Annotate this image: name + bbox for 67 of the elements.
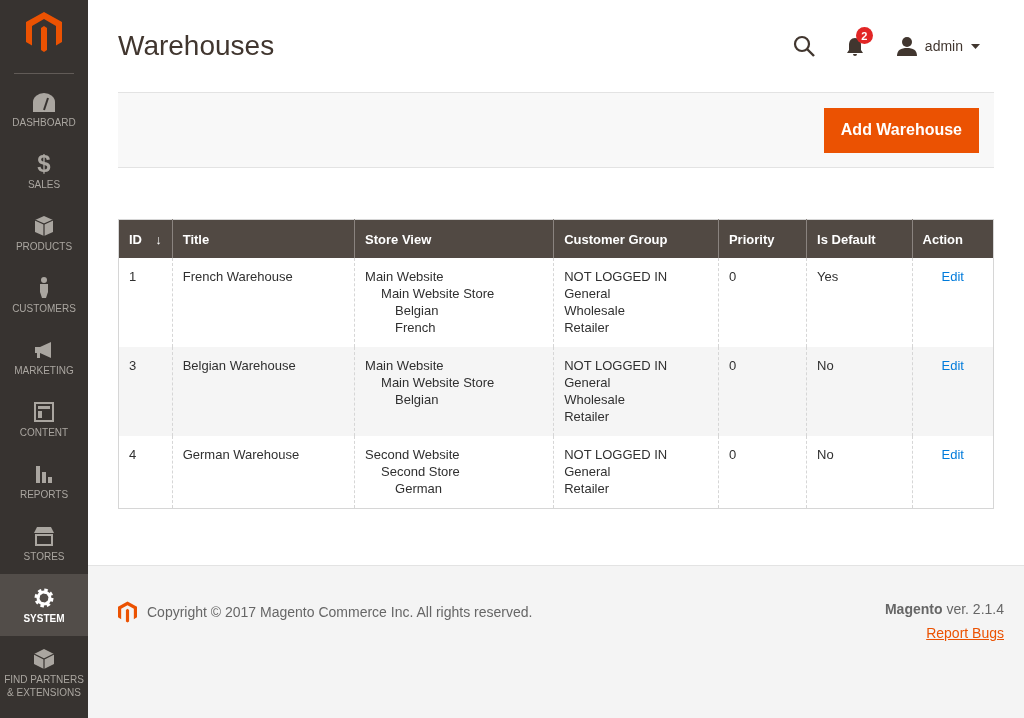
- column-header[interactable]: Title: [172, 219, 355, 258]
- customer-group-label: NOT LOGGED IN: [564, 268, 669, 285]
- edit-link[interactable]: Edit: [941, 358, 964, 373]
- store-view-label: Belgian: [395, 391, 440, 408]
- table-cell: 0: [718, 347, 807, 436]
- store-view-label: Main Website: [365, 268, 445, 285]
- customer-group-label: NOT LOGGED IN: [564, 446, 669, 463]
- notification-badge: 2: [855, 27, 873, 44]
- version-text: Magento ver. 2.1.4: [884, 601, 1004, 617]
- edit-link[interactable]: Edit: [941, 447, 964, 462]
- table-cell: No: [806, 347, 912, 436]
- store-view-label: Second Store: [381, 463, 461, 480]
- customer-group-label: Retailer: [564, 319, 610, 336]
- store-view-label: German: [395, 480, 444, 497]
- customer-group-label: Wholesale: [564, 391, 626, 408]
- box-icon: [32, 213, 56, 238]
- customer-group-label: Retailer: [564, 408, 610, 425]
- table-cell: German Warehouse: [172, 436, 355, 509]
- column-header[interactable]: Customer Group: [553, 219, 719, 258]
- table-cell: 4: [118, 436, 173, 509]
- layout-icon: [32, 399, 56, 424]
- column-header[interactable]: Is Default: [806, 219, 912, 258]
- table-cell: No: [806, 436, 912, 509]
- logo-icon: [118, 601, 137, 623]
- edit-link[interactable]: Edit: [941, 269, 964, 284]
- customer-group-label: NOT LOGGED IN: [564, 357, 669, 374]
- nav-item[interactable]: PRODUCTS: [0, 202, 88, 264]
- customer-group-label: Wholesale: [564, 302, 626, 319]
- nav-item[interactable]: MARKETING: [0, 326, 88, 388]
- column-header[interactable]: Store View: [354, 219, 554, 258]
- customer-group-label: Retailer: [564, 480, 610, 497]
- table-cell: 1: [118, 258, 173, 347]
- nav-item[interactable]: STORES: [0, 512, 88, 574]
- logo-icon[interactable]: [26, 12, 62, 52]
- column-label: ID: [129, 231, 142, 247]
- nav-item[interactable]: FIND PARTNERS & EXTENSIONS: [0, 636, 88, 710]
- store-view-label: Main Website: [365, 357, 445, 374]
- store-view-label: French: [395, 319, 437, 336]
- nav-item[interactable]: CUSTOMERS: [0, 264, 88, 326]
- table-cell: 3: [118, 347, 173, 436]
- caret-icon[interactable]: [971, 43, 980, 49]
- store-view-label: Belgian: [395, 302, 440, 319]
- store-view-label: Main Website Store: [381, 285, 496, 302]
- customer-group-label: General: [564, 374, 612, 391]
- column-header[interactable]: Action: [912, 219, 994, 258]
- search-icon[interactable]: [792, 35, 815, 57]
- table-cell: 0: [718, 436, 807, 509]
- column-header[interactable]: Priority: [718, 219, 807, 258]
- nav-item[interactable]: DASHBOARD: [0, 78, 88, 140]
- store-view-label: Main Website Store: [381, 374, 496, 391]
- add-warehouse-button[interactable]: Add Warehouse: [823, 107, 979, 153]
- dollar-icon: $: [37, 151, 51, 176]
- page-title: Warehouses: [118, 30, 276, 62]
- store-view-label: Second Website: [365, 446, 461, 463]
- customer-group-label: General: [564, 285, 612, 302]
- copyright-text: Copyright © 2017 Magento Commerce Inc. All rights reserved.: [147, 604, 533, 620]
- user-menu[interactable]: admin: [924, 38, 963, 54]
- sort-arrow-icon[interactable]: ↓: [155, 231, 162, 247]
- nav-item[interactable]: SYSTEM: [0, 574, 88, 636]
- table-cell: Belgian Warehouse: [172, 347, 355, 436]
- report-bugs-link[interactable]: Report Bugs: [926, 625, 1004, 641]
- nav-item[interactable]: CONTENT: [0, 388, 88, 450]
- nav-item[interactable]: $ SALES: [0, 140, 88, 202]
- customer-group-label: General: [564, 463, 612, 480]
- nav-item[interactable]: REPORTS: [0, 450, 88, 512]
- user-icon: [896, 36, 917, 56]
- brick-icon: [32, 647, 56, 671]
